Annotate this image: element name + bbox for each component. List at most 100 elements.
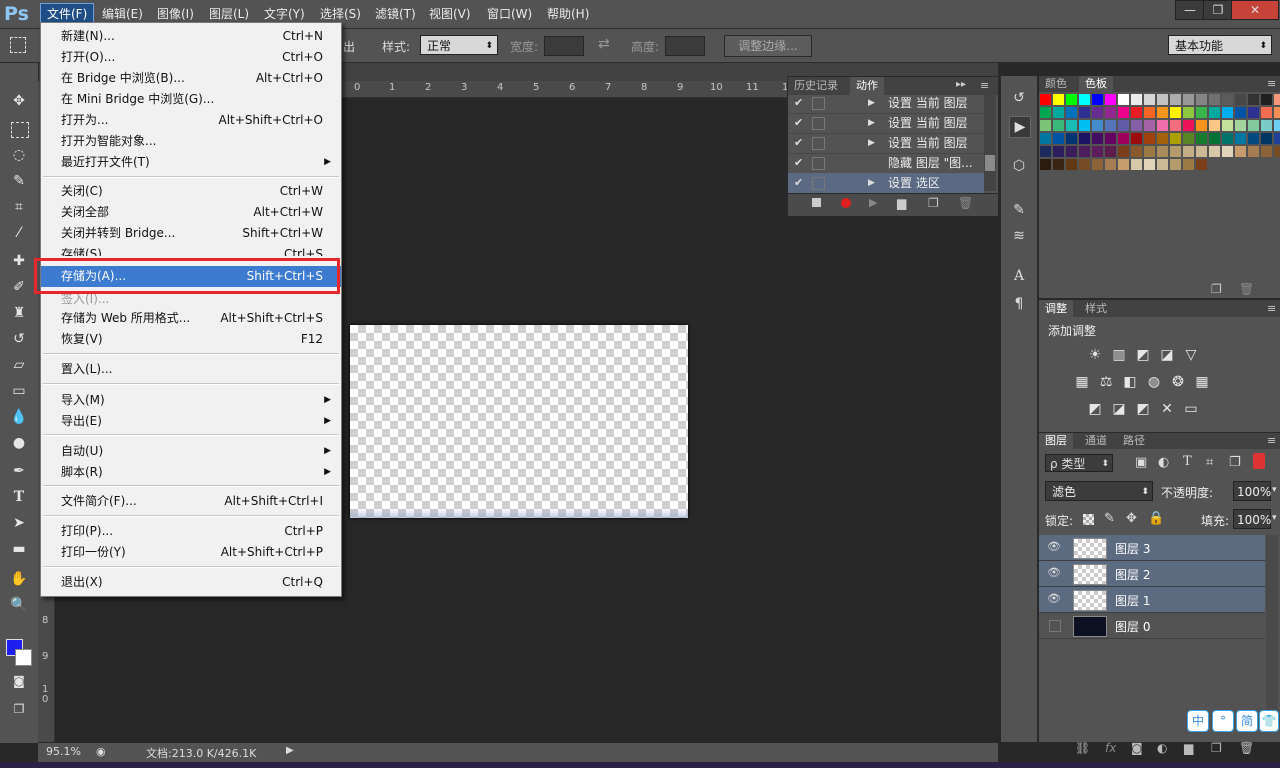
menu-view[interactable]: 视图(V) <box>423 4 477 24</box>
color-swatch[interactable] <box>1131 107 1142 118</box>
color-swatch[interactable] <box>1274 146 1280 157</box>
layer-name[interactable]: 图层 3 <box>1115 540 1150 557</box>
menu-recent-files[interactable]: 最近打开文件(T) ▶ <box>41 152 341 173</box>
minimize-button[interactable]: — <box>1175 0 1205 20</box>
color-swatch[interactable] <box>1053 120 1064 131</box>
menu-filter[interactable]: 滤镜(T) <box>369 4 422 24</box>
layer-row[interactable]: 👁 图层 3 <box>1039 535 1265 561</box>
color-swatch[interactable] <box>1144 159 1155 170</box>
color-swatch[interactable] <box>1170 120 1181 131</box>
adjustment-layer-icon[interactable]: ◐ <box>1157 741 1167 755</box>
color-swatch[interactable] <box>1053 146 1064 157</box>
check-icon[interactable]: ✔ <box>794 153 803 173</box>
color-swatch[interactable] <box>1053 107 1064 118</box>
color-swatch[interactable] <box>1235 107 1246 118</box>
color-swatch[interactable] <box>1209 146 1220 157</box>
ime-simplified-button[interactable]: 简 <box>1236 710 1258 732</box>
record-icon[interactable] <box>841 198 851 208</box>
new-swatch-icon[interactable]: ❐ <box>1211 282 1222 296</box>
expand-triangle-icon[interactable]: ▶ <box>868 173 875 193</box>
visibility-toggle[interactable] <box>1049 620 1061 632</box>
color-swatch[interactable] <box>1131 159 1142 170</box>
marquee-preset-icon[interactable] <box>10 37 26 53</box>
photo-filter-icon[interactable]: ◍ <box>1146 374 1162 390</box>
color-swatch[interactable] <box>1079 146 1090 157</box>
group-folder-icon[interactable]: ▆ <box>1184 741 1193 755</box>
menu-file-info[interactable]: 文件简介(F)... Alt+Shift+Ctrl+I <box>41 491 341 512</box>
trash-icon[interactable]: 🗑 <box>958 196 973 210</box>
play-icon[interactable]: ▶ <box>869 196 877 209</box>
brush-tool-icon[interactable]: ✐ <box>9 277 29 297</box>
menu-import[interactable]: 导入(M) ▶ <box>41 390 341 411</box>
layers-scrollbar[interactable] <box>1266 535 1278 713</box>
color-swatch[interactable] <box>1118 107 1129 118</box>
color-swatch[interactable] <box>1196 146 1207 157</box>
color-swatch[interactable] <box>1196 94 1207 105</box>
layer-row[interactable]: 图层 0 <box>1039 613 1265 639</box>
color-swatch[interactable] <box>1144 120 1155 131</box>
trash-icon[interactable]: 🗑 <box>1239 282 1254 296</box>
color-swatch[interactable] <box>1079 133 1090 144</box>
new-action-icon[interactable]: ❐ <box>928 196 939 210</box>
tab-paths[interactable]: 路径 <box>1117 433 1151 449</box>
color-swatch[interactable] <box>1066 159 1077 170</box>
menu-place[interactable]: 置入(L)... <box>41 359 341 380</box>
menu-close-all[interactable]: 关闭全部 Alt+Ctrl+W <box>41 202 341 223</box>
menu-select[interactable]: 选择(S) <box>314 4 367 24</box>
color-swatch[interactable] <box>1144 107 1155 118</box>
menu-revert[interactable]: 恢复(V) F12 <box>41 329 341 350</box>
status-menu-arrow-icon[interactable]: ▶ <box>286 745 294 756</box>
color-swatch[interactable] <box>1157 120 1168 131</box>
color-swatch[interactable] <box>1222 120 1233 131</box>
dodge-tool-icon[interactable]: ● <box>9 433 29 453</box>
healing-brush-icon[interactable]: ✚ <box>9 251 29 271</box>
check-icon[interactable]: ✔ <box>794 173 803 193</box>
action-row[interactable]: ✔ ▶ 设置 当前 图层 <box>788 113 984 134</box>
black-white-icon[interactable]: ◧ <box>1122 374 1138 390</box>
menu-print[interactable]: 打印(P)... Ctrl+P <box>41 521 341 542</box>
new-layer-icon[interactable]: ❐ <box>1211 741 1222 755</box>
color-swatch[interactable] <box>1105 120 1116 131</box>
selective-color-icon[interactable]: ✕ <box>1159 401 1175 417</box>
color-lookup-icon[interactable]: ▦ <box>1194 374 1210 390</box>
exposure-icon[interactable]: ◪ <box>1159 347 1175 363</box>
link-layers-icon[interactable]: ⛓ <box>1075 741 1090 755</box>
color-swatch[interactable] <box>1131 120 1142 131</box>
posterize-icon[interactable]: ◪ <box>1111 401 1127 417</box>
menu-browse-mini-bridge[interactable]: 在 Mini Bridge 中浏览(G)... <box>41 89 341 110</box>
color-swatch[interactable] <box>1222 133 1233 144</box>
panel-menu-icon[interactable]: ≡ <box>1267 77 1276 90</box>
opacity-input[interactable]: 100% <box>1233 481 1271 501</box>
color-swatch[interactable] <box>1040 107 1051 118</box>
color-swatch[interactable] <box>1261 120 1272 131</box>
lock-all-icon[interactable]: 🔒 <box>1148 511 1164 526</box>
color-swatch[interactable] <box>1053 133 1064 144</box>
dialog-toggle[interactable] <box>812 177 825 190</box>
color-swatch[interactable] <box>1170 94 1181 105</box>
color-swatch[interactable] <box>1092 133 1103 144</box>
hand-tool-icon[interactable]: ✋ <box>9 569 29 589</box>
action-row[interactable]: ✔ ▶ 设置 当前 图层 <box>788 93 984 114</box>
color-swatch[interactable] <box>1196 120 1207 131</box>
color-swatch[interactable] <box>1118 159 1129 170</box>
dialog-toggle[interactable] <box>812 137 825 150</box>
menu-edit[interactable]: 编辑(E) <box>96 4 149 24</box>
brush-panel-icon[interactable]: ≋ <box>1009 226 1029 246</box>
color-swatch[interactable] <box>1248 94 1259 105</box>
color-swatch[interactable] <box>1105 107 1116 118</box>
panel-menu-icon[interactable]: ≡ <box>980 79 989 92</box>
color-swatch[interactable] <box>1209 94 1220 105</box>
color-swatch[interactable] <box>1222 146 1233 157</box>
color-swatch[interactable] <box>1274 107 1280 118</box>
color-swatch[interactable] <box>1079 159 1090 170</box>
color-swatch[interactable] <box>1118 120 1129 131</box>
color-swatch[interactable] <box>1170 159 1181 170</box>
color-swatch[interactable] <box>1170 133 1181 144</box>
color-swatch[interactable] <box>1222 94 1233 105</box>
filter-type-icon[interactable]: T <box>1183 454 1192 469</box>
layer-filter-select[interactable]: ρ 类型 ⬍ <box>1045 454 1113 472</box>
layer-name[interactable]: 图层 1 <box>1115 592 1150 609</box>
eraser-tool-icon[interactable]: ▱ <box>9 355 29 375</box>
fill-input[interactable]: 100% <box>1233 509 1271 529</box>
color-swatch[interactable] <box>1040 94 1051 105</box>
